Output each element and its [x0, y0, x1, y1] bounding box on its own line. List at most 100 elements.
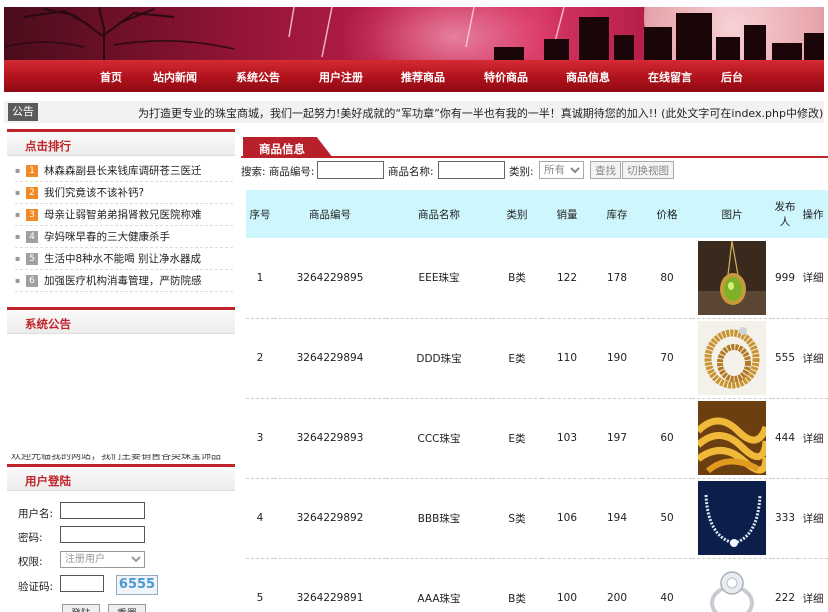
col-publisher: 发布人	[772, 190, 798, 238]
cell-stock: 194	[592, 478, 642, 559]
reset-button[interactable]: 重置	[108, 604, 146, 612]
rank-badge: 2	[26, 186, 38, 199]
cell-image	[692, 318, 772, 399]
hot-item-text[interactable]: 母亲让弱智弟弟捐肾救兄医院称难	[44, 207, 202, 222]
cell-code: 3264229894	[274, 318, 386, 399]
rank-badge: 4	[26, 230, 38, 243]
bullet-icon: ▪	[15, 188, 21, 197]
cell-sales: 106	[542, 478, 592, 559]
gold-chain-image[interactable]	[698, 401, 766, 475]
bullet-icon: ▪	[15, 254, 21, 263]
login-button[interactable]: 登陆	[62, 604, 100, 612]
cell-code: 3264229891	[274, 558, 386, 612]
product-code-input[interactable]	[317, 161, 384, 179]
user-login-title: 用户登陆	[7, 467, 235, 491]
product-table: 序号 商品编号 商品名称 类别 销量 库存 价格 图片 发布人 操作 1 326…	[246, 190, 828, 612]
nav-user-register[interactable]: 用户注册	[319, 69, 363, 85]
banner-skyline	[4, 7, 824, 61]
list-item[interactable]: ▪ 1 林森森副县长来钱库调研苍三医迁	[15, 160, 233, 182]
list-item[interactable]: ▪ 2 我们究竟该不该补钙?	[15, 182, 233, 204]
bullet-icon: ▪	[15, 210, 21, 219]
cell-name: CCC珠宝	[386, 398, 492, 479]
ring-image[interactable]	[698, 561, 766, 612]
tab-product-info[interactable]: 商品信息	[243, 137, 333, 158]
col-seq: 序号	[246, 190, 274, 238]
role-select[interactable]: 注册用户	[60, 551, 145, 568]
announcement-text: 为打造更专业的珠宝商城，我们一起努力!美好成就的“军功章”你有一半也有我的一半！…	[138, 107, 824, 120]
cell-code: 3264229893	[274, 398, 386, 479]
table-row: 1 3264229895 EEE珠宝 B类 122 178 80 999 详细	[246, 238, 828, 319]
cell-name: AAA珠宝	[386, 558, 492, 612]
cell-stock: 178	[592, 238, 642, 319]
username-field[interactable]	[60, 502, 145, 519]
table-row: 4 3264229892 BBB珠宝 S类 106 194 50 333 详细	[246, 478, 828, 559]
table-row: 3 3264229893 CCC珠宝 E类 103 197 60 444 详细	[246, 398, 828, 479]
cell-sales: 122	[542, 238, 592, 319]
nav-special-offer[interactable]: 特价商品	[484, 69, 528, 85]
nav-products[interactable]: 商品信息	[566, 69, 610, 85]
nav-site-news[interactable]: 站内新闻	[153, 69, 197, 85]
role-label: 权限:	[18, 556, 43, 568]
list-item[interactable]: ▪ 5 生活中8种水不能喝 别让净水器成	[15, 248, 233, 270]
hot-item-text[interactable]: 我们究竟该不该补钙?	[44, 185, 144, 200]
beads-image[interactable]	[698, 321, 766, 395]
cell-seq: 5	[246, 558, 274, 612]
nav-admin[interactable]: 后台	[721, 69, 743, 85]
table-row: 2 3264229894 DDD珠宝 E类 110 190 70 555 详细	[246, 318, 828, 399]
notice-ticker: 欢迎光临我的网站，我们主要销售各类珠宝饰品	[11, 454, 221, 460]
cell-stock: 197	[592, 398, 642, 479]
cell-publisher: 333	[772, 478, 798, 559]
cell-price: 60	[642, 398, 692, 479]
product-name-input[interactable]	[438, 161, 505, 179]
cell-image	[692, 558, 772, 612]
rank-badge: 5	[26, 252, 38, 265]
system-notice-title: 系统公告	[7, 310, 235, 334]
user-login-panel: 用户登陆 用户名: 密码: 权限: 注册用户 验证码: 6555 登陆 重置	[7, 464, 235, 612]
cell-category: S类	[492, 478, 542, 559]
rank-badge: 6	[26, 274, 38, 287]
bullet-icon: ▪	[15, 232, 21, 241]
nav-recommended[interactable]: 推荐商品	[401, 69, 445, 85]
cell-name: EEE珠宝	[386, 238, 492, 319]
col-name: 商品名称	[386, 190, 492, 238]
captcha-label: 验证码:	[18, 581, 54, 593]
col-code: 商品编号	[274, 190, 386, 238]
col-sales: 销量	[542, 190, 592, 238]
detail-link[interactable]: 详细	[798, 478, 828, 559]
toggle-view-button[interactable]: 切换视图	[622, 161, 674, 179]
password-field[interactable]	[60, 526, 145, 543]
cell-stock: 190	[592, 318, 642, 399]
necklace-image[interactable]	[698, 481, 766, 555]
captcha-image[interactable]: 6555	[116, 575, 158, 595]
cell-publisher: 222	[772, 558, 798, 612]
detail-link[interactable]: 详细	[798, 558, 828, 612]
cell-sales: 100	[542, 558, 592, 612]
search-button[interactable]: 查找	[590, 161, 621, 179]
bullet-icon: ▪	[15, 166, 21, 175]
cell-sales: 103	[542, 398, 592, 479]
hot-item-text[interactable]: 孕妈咪早春的三大健康杀手	[44, 229, 170, 244]
detail-link[interactable]: 详细	[798, 238, 828, 319]
category-select[interactable]: 所有	[539, 161, 584, 179]
hot-item-text[interactable]: 加强医疗机构消毒管理，严防院感	[44, 273, 202, 288]
cell-category: E类	[492, 398, 542, 479]
cell-publisher: 999	[772, 238, 798, 319]
list-item[interactable]: ▪ 3 母亲让弱智弟弟捐肾救兄医院称难	[15, 204, 233, 226]
list-item[interactable]: ▪ 4 孕妈咪早春的三大健康杀手	[15, 226, 233, 248]
nav-home[interactable]: 首页	[100, 69, 122, 85]
pendant-image[interactable]	[698, 240, 766, 315]
detail-link[interactable]: 详细	[798, 318, 828, 399]
hot-ranking-panel: 点击排行 ▪ 1 林森森副县长来钱库调研苍三医迁 ▪ 2 我们究竟该不该补钙? ▪ 3 母亲…	[7, 129, 235, 299]
hot-item-text[interactable]: 林森森副县长来钱库调研苍三医迁	[44, 163, 202, 178]
captcha-field[interactable]	[60, 575, 104, 592]
nav-system-notice[interactable]: 系统公告	[236, 69, 280, 85]
cell-name: BBB珠宝	[386, 478, 492, 559]
cell-publisher: 555	[772, 318, 798, 399]
main-nav: 首页 站内新闻 系统公告 用户注册 推荐商品 特价商品 商品信息 在线留言 后台	[4, 60, 824, 92]
detail-link[interactable]: 详细	[798, 398, 828, 479]
hot-item-text[interactable]: 生活中8种水不能喝 别让净水器成	[44, 251, 201, 266]
list-item[interactable]: ▪ 6 加强医疗机构消毒管理，严防院感	[15, 270, 233, 292]
category-label: 类别:	[509, 166, 534, 178]
nav-guestbook[interactable]: 在线留言	[648, 69, 692, 85]
cell-seq: 4	[246, 478, 274, 559]
